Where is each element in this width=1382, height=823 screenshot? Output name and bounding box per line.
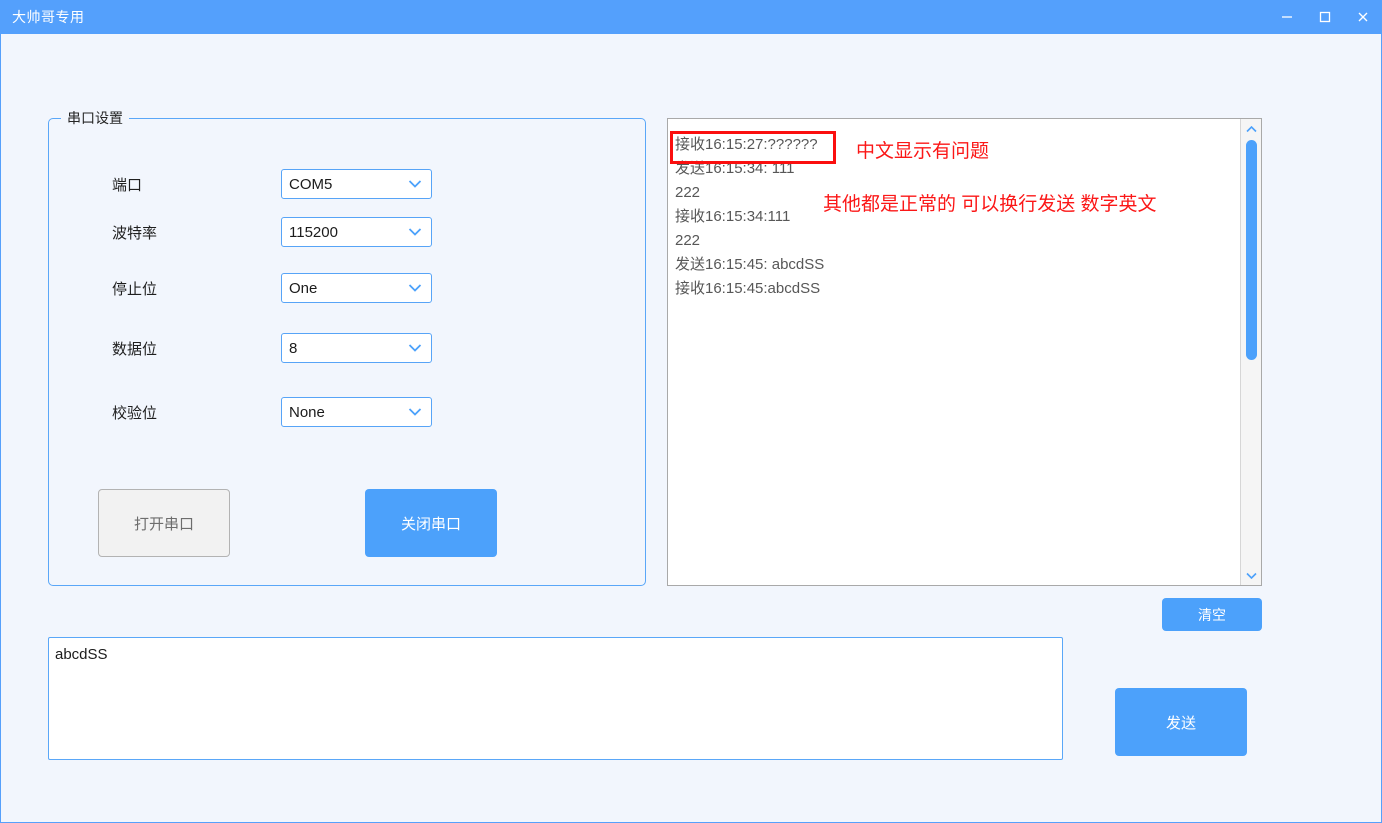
label-databits: 数据位 bbox=[112, 340, 158, 358]
maximize-icon bbox=[1319, 11, 1331, 23]
select-stopbits-value: One bbox=[289, 279, 318, 297]
select-baudrate-value: 115200 bbox=[289, 223, 338, 241]
minimize-button[interactable] bbox=[1268, 0, 1306, 34]
clear-log-button[interactable]: 清空 bbox=[1162, 598, 1262, 631]
field-row-port: 端口 COM5 bbox=[49, 169, 645, 199]
open-serial-port-button[interactable]: 打开串口 bbox=[98, 489, 230, 557]
chevron-down-icon bbox=[408, 408, 422, 417]
close-serial-port-button[interactable]: 关闭串口 bbox=[365, 489, 497, 557]
select-parity-value: None bbox=[289, 403, 325, 421]
field-row-baudrate: 波特率 115200 bbox=[49, 217, 645, 247]
field-row-stopbits: 停止位 One bbox=[49, 273, 645, 303]
label-stopbits: 停止位 bbox=[112, 280, 158, 298]
log-scrollbar[interactable] bbox=[1240, 119, 1261, 585]
send-input[interactable]: abcdSS bbox=[48, 637, 1063, 760]
select-stopbits[interactable]: One bbox=[281, 273, 432, 303]
close-icon bbox=[1358, 12, 1368, 22]
send-button[interactable]: 发送 bbox=[1115, 688, 1247, 756]
serial-settings-group: 串口设置 端口 COM5 波特率 115200 停止位 One 数据位 8 校验… bbox=[48, 108, 646, 586]
log-line: 222 bbox=[675, 232, 701, 249]
window-title: 大帅哥专用 bbox=[12, 9, 85, 25]
scroll-down-arrow[interactable] bbox=[1241, 566, 1261, 584]
chevron-down-icon bbox=[408, 180, 422, 189]
log-line: 发送16:15:45: abcdSS bbox=[675, 256, 825, 273]
chevron-down-icon bbox=[408, 284, 422, 293]
label-port: 端口 bbox=[112, 176, 143, 194]
chevron-down-icon bbox=[1246, 572, 1257, 579]
scroll-up-arrow[interactable] bbox=[1241, 120, 1261, 138]
annotation-chinese-display-issue: 中文显示有问题 bbox=[856, 141, 990, 162]
log-scrollbar-thumb[interactable] bbox=[1246, 140, 1257, 360]
application-window: 大帅哥专用 串口设置 端口 COM5 波特率 115200 停止位 One 数据… bbox=[0, 0, 1382, 823]
chevron-down-icon bbox=[408, 344, 422, 353]
window-controls bbox=[1268, 0, 1382, 34]
select-parity[interactable]: None bbox=[281, 397, 432, 427]
select-databits[interactable]: 8 bbox=[281, 333, 432, 363]
title-bar: 大帅哥专用 bbox=[0, 0, 1382, 34]
maximize-button[interactable] bbox=[1306, 0, 1344, 34]
serial-settings-legend: 串口设置 bbox=[61, 108, 129, 128]
select-port[interactable]: COM5 bbox=[281, 169, 432, 199]
minimize-icon bbox=[1282, 16, 1292, 18]
close-button[interactable] bbox=[1344, 0, 1382, 34]
chevron-up-icon bbox=[1246, 125, 1257, 132]
field-row-databits: 数据位 8 bbox=[49, 333, 645, 363]
select-baudrate[interactable]: 115200 bbox=[281, 217, 432, 247]
select-port-value: COM5 bbox=[289, 175, 333, 193]
log-line: 接收16:15:45:abcdSS bbox=[675, 280, 821, 297]
label-parity: 校验位 bbox=[112, 404, 158, 422]
select-databits-value: 8 bbox=[289, 339, 298, 357]
label-baudrate: 波特率 bbox=[112, 224, 158, 242]
chevron-down-icon bbox=[408, 228, 422, 237]
annotation-others-normal: 其他都是正常的 可以换行发送 数字英文 bbox=[823, 194, 1157, 215]
field-row-parity: 校验位 None bbox=[49, 397, 645, 427]
